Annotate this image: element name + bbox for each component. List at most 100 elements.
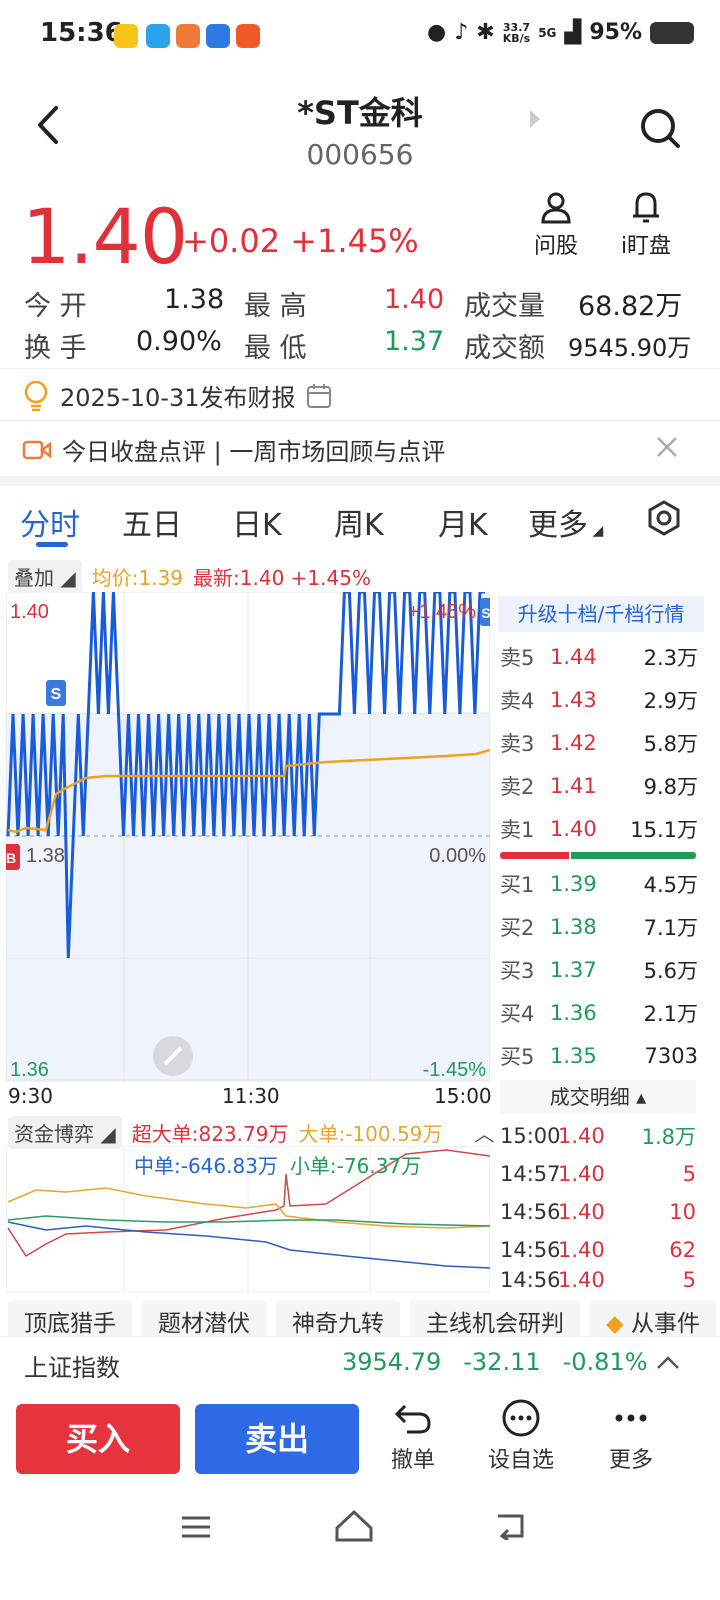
upgrade-depth-button[interactable]: 升级十档/千档行情 bbox=[498, 596, 704, 632]
index-ticker[interactable]: 上证指数 3954.79 -32.11 -0.81% bbox=[0, 1336, 720, 1392]
level-label: 买3 bbox=[500, 958, 535, 983]
more-button[interactable]: 更多 bbox=[586, 1398, 676, 1474]
ask-row[interactable]: 卖2 1.41 9.8万 bbox=[500, 764, 698, 807]
level-volume: 2.3万 bbox=[643, 645, 698, 670]
bell-icon bbox=[633, 192, 659, 223]
index-change: -32.11 bbox=[463, 1348, 541, 1376]
chart-settings-button[interactable] bbox=[646, 500, 682, 540]
capital-flow-button[interactable]: 资金博弈 ◢ bbox=[8, 1116, 122, 1149]
bid-ask-ratio-bar bbox=[500, 852, 696, 859]
trade-detail-header[interactable]: 成交明细 ▴ bbox=[500, 1080, 696, 1114]
ask-stock-label: 问股 bbox=[533, 234, 578, 259]
video-icon bbox=[22, 440, 52, 459]
overlay-button[interactable]: 叠加 ◢ bbox=[8, 560, 82, 593]
tab-intraday[interactable]: 分时 bbox=[20, 500, 80, 544]
more-dots-icon bbox=[615, 1414, 647, 1422]
next-stock-icon[interactable] bbox=[530, 110, 540, 128]
app-notification-icon bbox=[236, 24, 260, 48]
volume-value: 68.82万 bbox=[578, 291, 683, 322]
trade-row: 14:57 1.40 5 bbox=[500, 1155, 696, 1193]
sell-marker: S bbox=[480, 598, 490, 626]
watch-button[interactable]: i盯盘 bbox=[606, 190, 686, 260]
overlay-row: 叠加 ◢ 均价:1.39 最新:1.40 +1.45% bbox=[8, 560, 371, 593]
report-row[interactable]: 2025-10-31发布财报 bbox=[22, 378, 333, 413]
level-price: 1.39 bbox=[550, 871, 597, 896]
tab-daily-k[interactable]: 日K bbox=[232, 500, 282, 544]
stock-name: *ST金科 bbox=[297, 94, 423, 132]
sell-button[interactable]: 卖出 bbox=[195, 1404, 359, 1474]
tab-more[interactable]: 更多 ◢ bbox=[528, 500, 603, 544]
settings-icon bbox=[648, 500, 680, 536]
y-axis-bottom: 1.36 bbox=[10, 1059, 49, 1081]
app-notification-icon bbox=[206, 24, 230, 48]
tab-five-day[interactable]: 五日 bbox=[122, 500, 182, 544]
collapse-icon[interactable]: ︿ bbox=[474, 1118, 494, 1147]
level-price: 1.36 bbox=[550, 1000, 597, 1025]
x-axis-mid: 11:30 bbox=[222, 1084, 280, 1108]
index-name: 上证指数 bbox=[24, 1354, 120, 1382]
app-notification-icon bbox=[146, 24, 170, 48]
person-icon bbox=[541, 192, 571, 224]
ask-stock-button[interactable]: 问股 bbox=[516, 190, 596, 260]
more-circle-icon bbox=[502, 1399, 540, 1437]
level-label: 卖4 bbox=[500, 688, 535, 713]
search-button[interactable] bbox=[638, 106, 682, 150]
level-volume: 2.9万 bbox=[643, 688, 698, 713]
mic-icon: ♪ bbox=[454, 20, 469, 45]
back-nav-icon[interactable] bbox=[494, 1510, 528, 1540]
bid-row[interactable]: 买1 1.39 4.5万 bbox=[500, 862, 698, 905]
ask-row[interactable]: 卖5 1.44 2.3万 bbox=[500, 635, 698, 678]
ask-row[interactable]: 卖3 1.42 5.8万 bbox=[500, 721, 698, 764]
report-text: 2025-10-31发布财报 bbox=[60, 384, 296, 412]
tab-weekly-k[interactable]: 周K bbox=[334, 500, 384, 544]
turnover-value: 0.90% bbox=[136, 326, 222, 357]
ask-row[interactable]: 卖1 1.40 15.1万 bbox=[500, 807, 698, 850]
trade-volume: 62 bbox=[669, 1238, 696, 1262]
lightbulb-icon bbox=[24, 380, 48, 411]
avg-price: 均价:1.39 bbox=[91, 566, 184, 590]
tab-underline bbox=[36, 542, 68, 547]
divider bbox=[0, 420, 720, 421]
buy-button[interactable]: 买入 bbox=[16, 1404, 180, 1474]
pen-tool-icon[interactable] bbox=[153, 1036, 193, 1076]
cancel-order-button[interactable]: 撤单 bbox=[368, 1398, 458, 1474]
bid-row[interactable]: 买4 1.36 2.1万 bbox=[500, 991, 698, 1034]
level-price: 1.37 bbox=[550, 957, 597, 982]
signal-icon: ▟ bbox=[564, 20, 582, 45]
menu-icon[interactable] bbox=[180, 1512, 212, 1542]
divider bbox=[0, 368, 720, 369]
super-large-order: 超大单:823.79万 bbox=[131, 1122, 289, 1146]
status-icons: ● ♪ ✱ 33.7 KB/s 5G ▟ 95% bbox=[427, 20, 694, 45]
bluetooth-icon: ✱ bbox=[476, 20, 495, 45]
y-axis-top: 1.40 bbox=[10, 601, 49, 623]
trade-row: 14:56 1.40 5 bbox=[500, 1269, 696, 1291]
low-label: 最 低 bbox=[244, 333, 307, 364]
svg-text:B: B bbox=[6, 850, 16, 866]
amount-value: 9545.90万 bbox=[568, 334, 692, 362]
bid-row[interactable]: 买5 1.35 7303 bbox=[500, 1034, 698, 1077]
trade-price: 1.40 bbox=[558, 1238, 605, 1262]
level-label: 卖3 bbox=[500, 731, 535, 756]
trade-row: 14:56 1.40 10 bbox=[500, 1193, 696, 1231]
level-label: 卖1 bbox=[500, 817, 535, 842]
level-volume: 7.1万 bbox=[643, 915, 698, 940]
intraday-chart[interactable]: S S B 1.40 1.38 1.36 +1.45% 0.00% -1.45% bbox=[6, 592, 490, 1082]
home-icon[interactable] bbox=[334, 1508, 374, 1542]
trade-row: 15:00 1.40 1.8万 bbox=[500, 1117, 696, 1155]
bid-row[interactable]: 买2 1.38 7.1万 bbox=[500, 905, 698, 948]
index-pct: -0.81% bbox=[562, 1348, 648, 1376]
ask-row[interactable]: 卖4 1.43 2.9万 bbox=[500, 678, 698, 721]
add-watchlist-button[interactable]: 设自选 bbox=[476, 1398, 566, 1474]
expand-up-icon[interactable] bbox=[656, 1352, 680, 1372]
volume-label: 成交量 bbox=[464, 291, 545, 322]
close-notice-button[interactable] bbox=[654, 434, 680, 464]
pct-mid: 0.00% bbox=[429, 845, 486, 867]
bid-row[interactable]: 买3 1.37 5.6万 bbox=[500, 948, 698, 991]
tab-monthly-k[interactable]: 月K bbox=[438, 500, 488, 544]
level-label: 卖5 bbox=[500, 645, 535, 670]
review-row[interactable]: 今日收盘点评 | 一周市场回顾与点评 bbox=[22, 432, 445, 467]
pct-top: +1.45% bbox=[408, 601, 477, 623]
index-values: 3954.79 -32.11 -0.81% bbox=[342, 1348, 648, 1376]
sell-marker: S bbox=[46, 680, 66, 706]
trade-volume: 1.8万 bbox=[641, 1125, 696, 1149]
